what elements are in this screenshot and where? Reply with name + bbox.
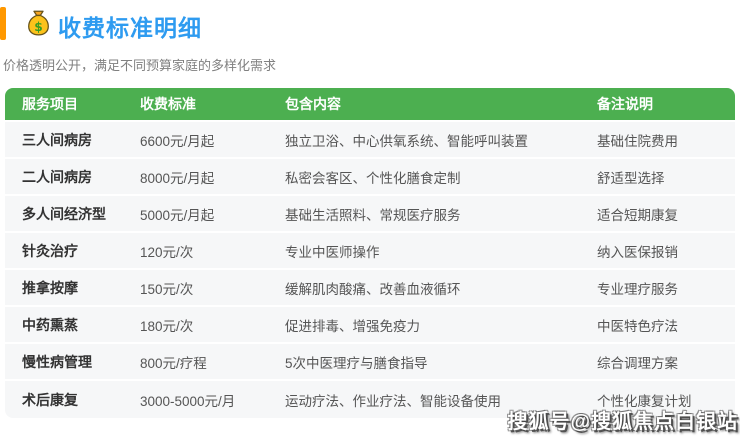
- remark-cell: 综合调理方案: [597, 352, 735, 372]
- section-subtitle: 价格透明公开，满足不同预算家庭的多样化需求: [3, 55, 276, 74]
- price-cell: 6600元/月起: [140, 130, 285, 150]
- includes-cell: 基础生活照料、常规医疗服务: [285, 204, 597, 224]
- remark-cell: 舒适型选择: [597, 167, 735, 187]
- service-name-cell: 三人间病房: [22, 130, 140, 150]
- table-row: 二人间病房 8000元/月起 私密会客区、个性化膳食定制 舒适型选择: [5, 159, 735, 196]
- includes-cell: 独立卫浴、中心供氧系统、智能呼叫装置: [285, 130, 597, 150]
- remark-cell: 纳入医保报销: [597, 241, 735, 261]
- includes-cell: 缓解肌肉酸痛、改善血液循环: [285, 278, 597, 298]
- table-row: 推拿按摩 150元/次 缓解肌肉酸痛、改善血液循环 专业理疗服务: [5, 270, 735, 307]
- sohu-watermark: 搜狐号@搜狐焦点白银站: [507, 405, 738, 434]
- column-header-service: 服务项目: [22, 94, 140, 114]
- price-cell: 180元/次: [140, 315, 285, 335]
- table-row: 多人间经济型 5000元/月起 基础生活照料、常规医疗服务 适合短期康复: [5, 196, 735, 233]
- money-bag-icon: $: [24, 9, 53, 38]
- price-cell: 120元/次: [140, 241, 285, 261]
- price-cell: 5000元/月起: [140, 204, 285, 224]
- remark-cell: 专业理疗服务: [597, 278, 735, 298]
- table-row: 慢性病管理 800元/疗程 5次中医理疗与膳食指导 综合调理方案: [5, 344, 735, 381]
- includes-cell: 促进排毒、增强免疫力: [285, 315, 597, 335]
- table-row: 三人间病房 6600元/月起 独立卫浴、中心供氧系统、智能呼叫装置 基础住院费用: [5, 122, 735, 159]
- service-name-cell: 多人间经济型: [22, 204, 140, 224]
- service-name-cell: 针灸治疗: [22, 241, 140, 261]
- table-row: 针灸治疗 120元/次 专业中医师操作 纳入医保报销: [5, 233, 735, 270]
- includes-cell: 私密会客区、个性化膳食定制: [285, 167, 597, 187]
- service-name-cell: 推拿按摩: [22, 278, 140, 298]
- column-header-price: 收费标准: [140, 94, 285, 114]
- remark-cell: 适合短期康复: [597, 204, 735, 224]
- service-name-cell: 慢性病管理: [22, 352, 140, 372]
- service-name-cell: 术后康复: [22, 390, 140, 410]
- table-header-row: 服务项目 收费标准 包含内容 备注说明: [5, 88, 735, 122]
- price-cell: 800元/疗程: [140, 352, 285, 372]
- page-title: 收费标准明细: [58, 9, 202, 43]
- price-cell: 8000元/月起: [140, 167, 285, 187]
- remark-cell: 基础住院费用: [597, 130, 735, 150]
- includes-cell: 5次中医理疗与膳食指导: [285, 352, 597, 372]
- accent-bar: [0, 7, 6, 40]
- service-name-cell: 二人间病房: [22, 167, 140, 187]
- table-row: 中药熏蒸 180元/次 促进排毒、增强免疫力 中医特色疗法: [5, 307, 735, 344]
- price-cell: 3000-5000元/月: [140, 390, 285, 410]
- remark-cell: 中医特色疗法: [597, 315, 735, 335]
- svg-text:$: $: [34, 20, 43, 34]
- service-name-cell: 中药熏蒸: [22, 315, 140, 335]
- price-cell: 150元/次: [140, 278, 285, 298]
- column-header-includes: 包含内容: [285, 94, 597, 114]
- pricing-table: 服务项目 收费标准 包含内容 备注说明 三人间病房 6600元/月起 独立卫浴、…: [5, 88, 735, 418]
- column-header-remark: 备注说明: [597, 94, 735, 114]
- includes-cell: 专业中医师操作: [285, 241, 597, 261]
